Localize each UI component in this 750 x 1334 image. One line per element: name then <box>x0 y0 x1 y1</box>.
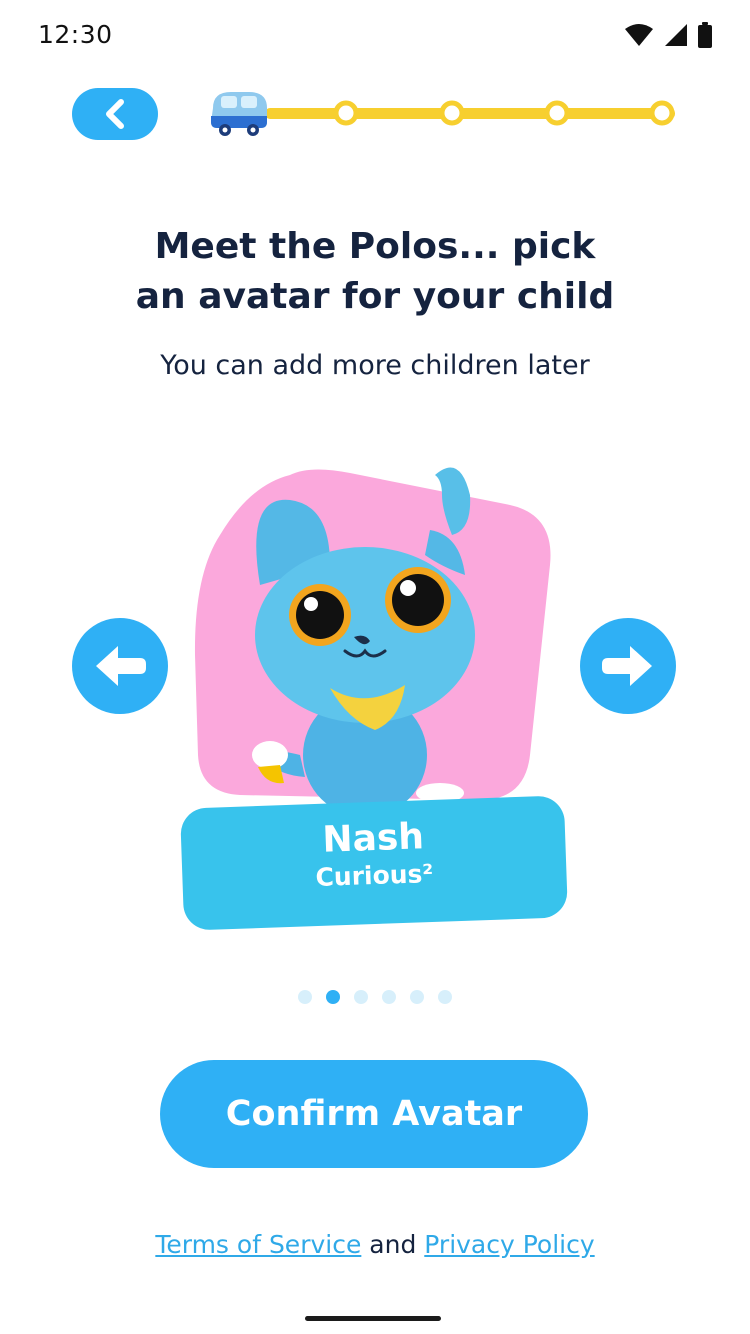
bus-icon <box>211 92 267 136</box>
pagination-dot[interactable] <box>438 990 452 1004</box>
back-button[interactable] <box>72 88 158 140</box>
legal-links: Terms of Service and Privacy Policy <box>0 1230 750 1259</box>
pagination-dot-active[interactable] <box>326 990 340 1004</box>
progress-step <box>649 100 675 126</box>
wifi-icon <box>625 24 653 46</box>
title-line-2: an avatar for your child <box>135 276 615 317</box>
title-line-1: Meet the Polos... pick <box>154 226 596 267</box>
signal-icon <box>665 24 687 46</box>
avatar-illustration <box>194 467 551 815</box>
status-bar: 12:30 <box>0 0 750 72</box>
privacy-policy-link[interactable]: Privacy Policy <box>424 1230 594 1259</box>
arrow-right-icon <box>602 646 652 686</box>
status-time: 12:30 <box>38 20 113 49</box>
next-avatar-button[interactable] <box>580 618 676 714</box>
confirm-avatar-button[interactable]: Confirm Avatar <box>160 1060 588 1168</box>
pagination-dot[interactable] <box>354 990 368 1004</box>
legal-conjunction: and <box>361 1230 425 1259</box>
status-icons <box>624 22 712 48</box>
progress-step <box>544 100 570 126</box>
pagination-dot[interactable] <box>410 990 424 1004</box>
progress-step <box>439 100 465 126</box>
home-indicator[interactable] <box>305 1316 441 1321</box>
progress-step <box>333 100 359 126</box>
progress-track <box>265 108 675 119</box>
pagination-dot[interactable] <box>298 990 312 1004</box>
battery-icon <box>698 22 712 48</box>
page-title: Meet the Polos... pick an avatar for you… <box>0 222 750 322</box>
chevron-left-icon <box>106 99 124 129</box>
pagination-dot[interactable] <box>382 990 396 1004</box>
previous-avatar-button[interactable] <box>72 618 168 714</box>
terms-of-service-link[interactable]: Terms of Service <box>155 1230 361 1259</box>
carousel-pagination <box>0 990 750 1004</box>
arrow-left-icon <box>96 646 146 686</box>
page-subtitle: You can add more children later <box>160 350 590 381</box>
progress-tracker <box>211 92 675 136</box>
avatar-name-card: Nash Curious² <box>179 795 569 931</box>
